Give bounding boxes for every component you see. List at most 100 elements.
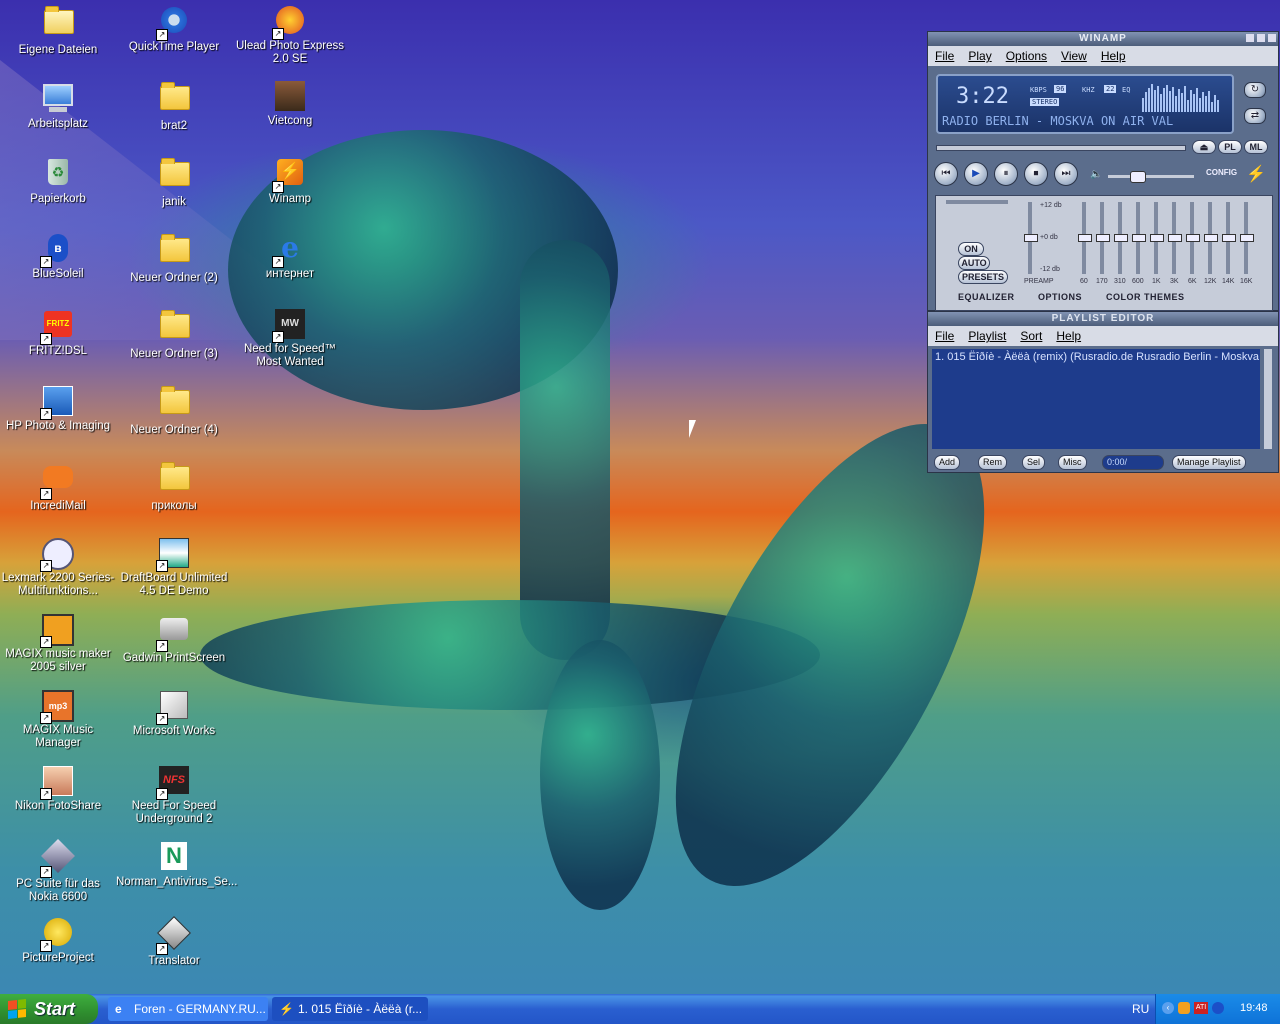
eq-band-slider[interactable] xyxy=(1186,202,1200,274)
desktop-icon-magix-music-maker[interactable]: ↗ MAGIX music maker 2005 silver xyxy=(0,612,116,674)
tray-bluetooth-icon[interactable] xyxy=(1212,1002,1224,1014)
playlist-scrollbar[interactable] xyxy=(1264,349,1272,449)
eq-band-slider[interactable] xyxy=(1240,202,1254,274)
desktop-icon-papierkorb[interactable]: ♻ Papierkorb xyxy=(0,156,116,206)
tray-ati-icon[interactable]: ATI xyxy=(1194,1002,1208,1014)
taskbar-item-foren[interactable]: e Foren - GERMANY.RU... xyxy=(108,997,268,1021)
desktop-icon-magix-music-manager[interactable]: mp3 ↗ MAGIX Music Manager xyxy=(0,688,116,750)
internet-explorer-icon: e ↗ xyxy=(272,234,306,268)
clock[interactable]: 19:48 xyxy=(1240,1002,1268,1014)
desktop-icon-gadwin[interactable]: ↗ Gadwin PrintScreen xyxy=(116,612,232,665)
seek-bar[interactable] xyxy=(936,145,1186,151)
playlist-list[interactable]: 1. 015 Ëîðíè - Àëëà (remix) (Rusradio.de… xyxy=(932,349,1260,449)
desktop-icon-draftboard[interactable]: ↗ DraftBoard Unlimited 4.5 DE Demo xyxy=(116,536,232,598)
eq-band-slider[interactable] xyxy=(1096,202,1110,274)
eq-band-slider[interactable] xyxy=(1168,202,1182,274)
desktop-icon-ms-works[interactable]: ↗ Microsoft Works xyxy=(116,688,232,738)
stop-button[interactable]: ⏹ xyxy=(1024,162,1048,186)
eq-preamp-slider[interactable] xyxy=(1024,202,1038,274)
desktop-icon-pictureproject[interactable]: ↗ PictureProject xyxy=(0,916,116,965)
desktop-icon-fritzdsl[interactable]: FRITZ ↗ FRITZ!DSL xyxy=(0,308,116,358)
manage-playlist-button[interactable]: Manage Playlist xyxy=(1172,455,1246,470)
menu-options[interactable]: Options xyxy=(1006,49,1047,63)
eject-button[interactable]: ⏏ xyxy=(1192,140,1216,154)
tab-color-themes[interactable]: COLOR THEMES xyxy=(1106,292,1185,302)
tray-network-icon[interactable] xyxy=(1178,1002,1190,1014)
menu-play[interactable]: Play xyxy=(968,49,991,63)
desktop-icon-norman[interactable]: N Norman_Antivirus_Se... xyxy=(116,840,237,889)
tab-equalizer[interactable]: EQUALIZER xyxy=(958,292,1015,302)
desktop-icon-neuer-ordner-4[interactable]: Neuer Ordner (4) xyxy=(116,384,232,437)
repeat-icon[interactable]: ↻ xyxy=(1244,82,1266,98)
eq-balance-slider[interactable] xyxy=(946,200,1008,204)
desktop-icon-prikoly[interactable]: приколы xyxy=(116,460,232,513)
pl-menu-playlist[interactable]: Playlist xyxy=(968,329,1006,343)
desktop-icon-nikon[interactable]: ↗ Nikon FotoShare xyxy=(0,764,116,813)
shade-icon[interactable] xyxy=(1257,34,1265,42)
previous-button[interactable]: ⏮ xyxy=(934,162,958,186)
playlist-item[interactable]: 1. 015 Ëîðíè - Àëëà (remix) (Rusradio.de… xyxy=(935,351,1260,363)
eq-on-button[interactable]: ON xyxy=(958,242,984,256)
song-ticker: RADIO BERLIN - MOSKVA ON AIR VAL xyxy=(942,114,1174,128)
desktop-icon-quicktime[interactable]: ↗ QuickTime Player xyxy=(116,4,232,54)
eq-band-slider[interactable] xyxy=(1222,202,1236,274)
winamp-window[interactable]: WINAMP File Play Options View Help 3:22 … xyxy=(927,31,1279,311)
eq-band-slider[interactable] xyxy=(1132,202,1146,274)
pl-rem-button[interactable]: Rem xyxy=(978,455,1008,470)
tab-options[interactable]: OPTIONS xyxy=(1038,292,1082,302)
eq-auto-button[interactable]: AUTO xyxy=(958,256,990,270)
winamp-lightning-icon[interactable]: ⚡ xyxy=(1246,164,1266,184)
tray-arrow-icon[interactable]: ‹ xyxy=(1162,1002,1174,1014)
desktop-icon-neuer-ordner-3[interactable]: Neuer Ordner (3) xyxy=(116,308,232,361)
pl-menu-sort[interactable]: Sort xyxy=(1020,329,1042,343)
desktop-icon-arbeitsplatz[interactable]: Arbeitsplatz xyxy=(0,80,116,131)
taskbar-item-winamp[interactable]: ⚡ 1. 015 Ëîðíè - Àëëà (r... xyxy=(272,997,428,1021)
desktop-icon-winamp[interactable]: ⚡ ↗ Winamp xyxy=(232,156,348,206)
pl-misc-button[interactable]: Misc xyxy=(1058,455,1087,470)
ml-button[interactable]: ML xyxy=(1244,140,1268,154)
desktop-icon-lexmark[interactable]: ↗ Lexmark 2200 Series-Multifunktions... xyxy=(0,536,116,598)
playlist-editor-window[interactable]: PLAYLIST EDITOR File Playlist Sort Help … xyxy=(927,311,1279,473)
pl-button[interactable]: PL xyxy=(1218,140,1242,154)
desktop-icon-janik[interactable]: janik xyxy=(116,156,232,209)
desktop-icon-nfs-underground[interactable]: NFS ↗ Need For Speed Underground 2 xyxy=(116,764,232,826)
pl-add-button[interactable]: Add xyxy=(934,455,961,470)
pl-sel-button[interactable]: Sel xyxy=(1022,455,1046,470)
desktop-icon-ulead[interactable]: ↗ Ulead Photo Express 2.0 SE xyxy=(232,4,348,66)
start-button[interactable]: Start xyxy=(0,994,98,1024)
spectrum-analyzer[interactable] xyxy=(1142,82,1226,112)
eq-band-slider[interactable] xyxy=(1204,202,1218,274)
desktop-icon-nokia-pc-suite[interactable]: ↗ PC Suite für das Nokia 6600 xyxy=(0,839,116,904)
pl-menu-file[interactable]: File xyxy=(935,329,954,343)
eq-presets-button[interactable]: PRESETS xyxy=(958,270,1008,284)
winamp-titlebar[interactable]: WINAMP xyxy=(928,32,1278,46)
desktop-icon-bluesoleil[interactable]: ʙ ↗ BlueSoleil xyxy=(0,232,116,281)
close-icon[interactable] xyxy=(1268,34,1276,42)
config-label[interactable]: CONFIG xyxy=(1206,168,1237,177)
playlist-title[interactable]: PLAYLIST EDITOR xyxy=(928,312,1278,326)
desktop-icon-internet[interactable]: e ↗ интернет xyxy=(232,232,348,281)
pause-button[interactable]: ⏸ xyxy=(994,162,1018,186)
eq-band-slider[interactable] xyxy=(1114,202,1128,274)
desktop-icon-translator[interactable]: ↗ Translator xyxy=(116,916,232,968)
play-button[interactable]: ▶ xyxy=(964,162,988,186)
language-indicator[interactable]: RU xyxy=(1132,1002,1149,1016)
desktop-icon-hp-photo[interactable]: ↗ HP Photo & Imaging xyxy=(0,384,116,433)
menu-file[interactable]: File xyxy=(935,49,954,63)
shuffle-icon[interactable]: ⇄ xyxy=(1244,108,1266,124)
desktop-icon-brat2[interactable]: brat2 xyxy=(116,80,232,133)
desktop-icon-vietcong[interactable]: Vietcong xyxy=(232,80,348,128)
menu-view[interactable]: View xyxy=(1061,49,1087,63)
eq-band-slider[interactable] xyxy=(1078,202,1092,274)
next-button[interactable]: ⏭ xyxy=(1054,162,1078,186)
menu-help[interactable]: Help xyxy=(1101,49,1126,63)
playback-time[interactable]: 3:22 xyxy=(956,84,1009,109)
eq-band-slider[interactable] xyxy=(1150,202,1164,274)
volume-slider[interactable] xyxy=(1108,171,1194,183)
pl-menu-help[interactable]: Help xyxy=(1056,329,1081,343)
minimize-icon[interactable] xyxy=(1246,34,1254,42)
desktop-icon-eigene-dateien[interactable]: Eigene Dateien xyxy=(0,4,116,57)
desktop-icon-neuer-ordner-2[interactable]: Neuer Ordner (2) xyxy=(116,232,232,285)
desktop-icon-incredimail[interactable]: ↗ IncrediMail xyxy=(0,460,116,513)
desktop-icon-nfs-most-wanted[interactable]: MW ↗ Need for Speed™ Most Wanted xyxy=(232,308,348,369)
